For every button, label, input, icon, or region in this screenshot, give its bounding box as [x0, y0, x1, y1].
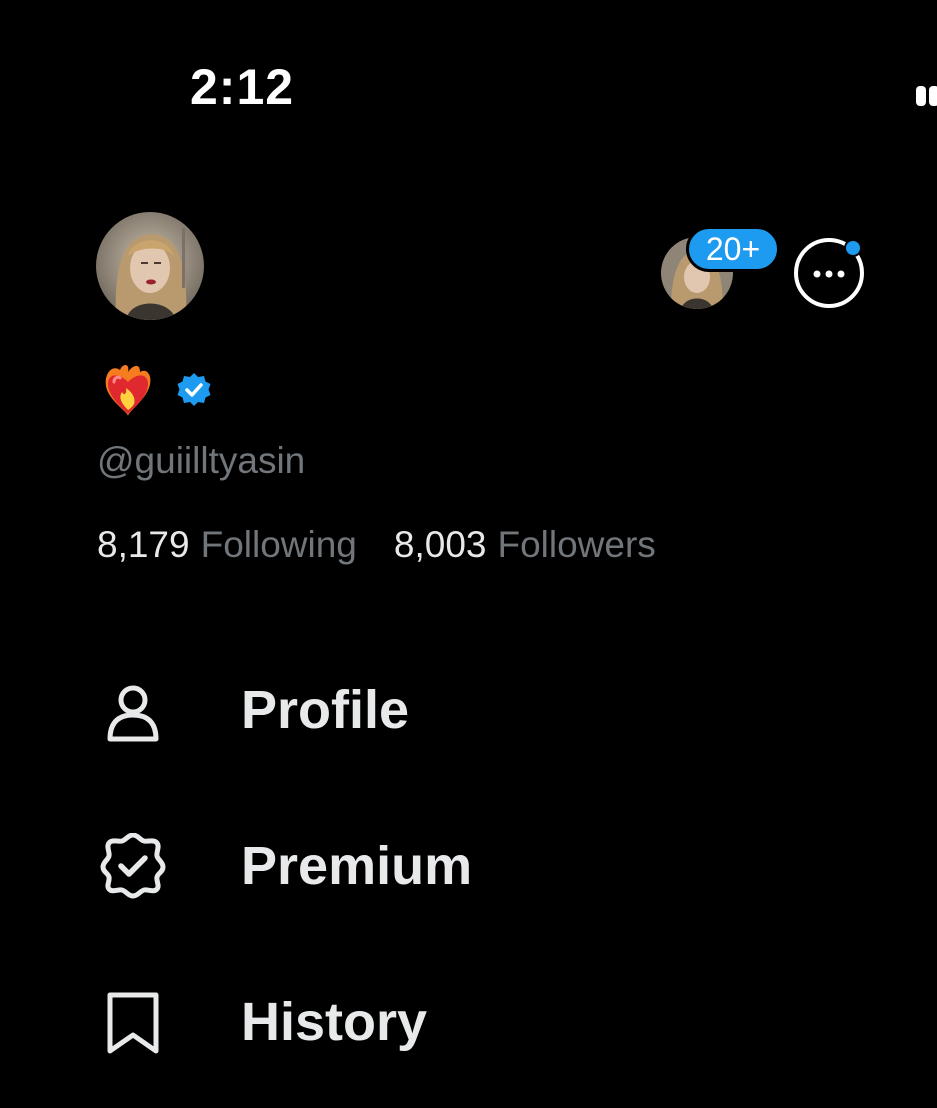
- followers-count: 8,003: [393, 524, 487, 565]
- followers-link[interactable]: 8,003 Followers: [394, 524, 656, 566]
- menu-label-premium: Premium: [241, 836, 473, 896]
- following-count: 8,179: [97, 524, 190, 565]
- menu-label-history: History: [241, 992, 428, 1052]
- battery-icon: [916, 86, 937, 108]
- verified-badge-icon[interactable]: [176, 372, 212, 408]
- menu-item-history[interactable]: History: [100, 982, 860, 1062]
- following-label: Following: [200, 524, 357, 565]
- display-name-row: [100, 360, 212, 420]
- more-options-button[interactable]: [793, 237, 865, 309]
- followers-label: Followers: [497, 524, 656, 565]
- menu-item-profile[interactable]: Profile: [100, 670, 860, 750]
- avatar-image: [96, 212, 204, 320]
- menu-item-premium[interactable]: Premium: [100, 826, 860, 906]
- account-notification-badge[interactable]: 20+: [686, 226, 780, 272]
- profile-avatar[interactable]: [96, 212, 204, 320]
- more-options-icon: [794, 238, 864, 308]
- heart-on-fire-emoji: [105, 365, 151, 416]
- follow-stats: 8,179 Following 8,003 Followers: [97, 524, 656, 566]
- menu-label-profile: Profile: [241, 680, 410, 740]
- verified-outline-icon: [100, 833, 166, 899]
- bookmark-icon: [100, 989, 166, 1055]
- profile-handle: @guiilltyasin: [97, 440, 306, 481]
- person-icon: [100, 677, 166, 743]
- status-time: 2:12: [190, 59, 295, 115]
- following-link[interactable]: 8,179 Following: [97, 524, 357, 566]
